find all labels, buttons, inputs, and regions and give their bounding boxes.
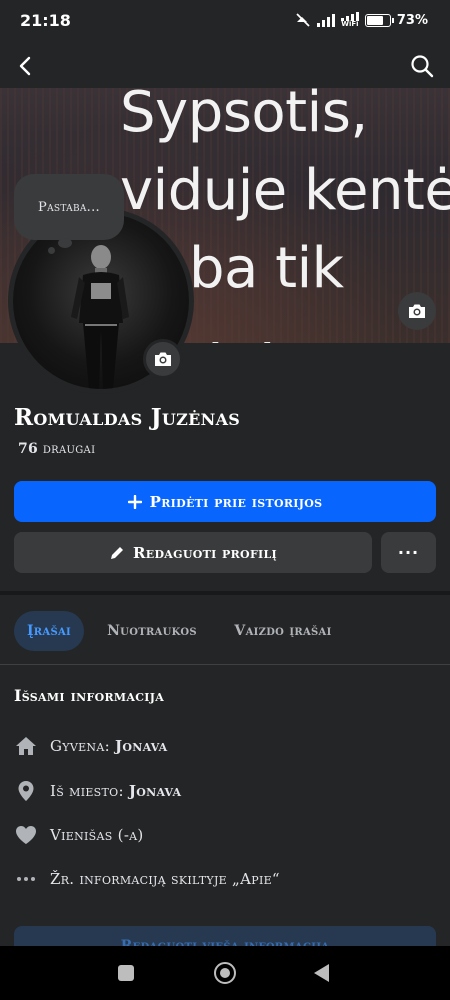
info-relationship: Vienišas (-a) [14,820,434,850]
status-bar: 21:18 WiFi 73% [0,0,450,44]
system-nav-bar [0,946,450,1000]
plus-icon [127,494,142,509]
friends-count[interactable]: 76 draugai [18,441,95,457]
info-from: Iš miesto: Jonava [14,776,434,806]
system-back-button[interactable] [314,964,329,982]
search-button[interactable] [406,50,438,82]
tab-photos[interactable]: Nuotraukos [96,611,208,651]
camera-icon [155,352,171,366]
cell-signal-icon [316,13,335,27]
add-to-story-button[interactable]: Pridėti prie istorijos [14,481,436,522]
from-label: Iš miesto: [50,782,124,800]
camera-icon [409,304,425,318]
mute-icon [296,13,310,27]
friends-number: 76 [18,441,39,457]
note-bubble[interactable]: Pastaba... [14,174,124,240]
add-to-story-label: Pridėti prie istorijos [149,492,323,511]
home-button[interactable] [214,962,236,984]
friends-label: draugai [42,441,96,457]
edit-profile-picture-button[interactable] [143,339,183,379]
top-nav [0,44,450,88]
from-value[interactable]: Jonava [129,782,181,800]
info-lives-in: Gyvena: Jonava [14,731,434,761]
note-bubble-tail-small [48,247,55,254]
more-options-icon: ··· [397,543,420,562]
wifi-label: WiFi [341,20,359,28]
tab-videos[interactable]: Vaizdo įrašai [222,611,344,651]
tab-posts[interactable]: Įrašai [14,611,84,651]
more-dots-icon [17,877,35,881]
note-label: Pastaba... [38,199,100,215]
note-bubble-tail [58,238,72,248]
back-button[interactable] [10,50,42,82]
relationship-status: Vienišas (-a) [50,826,144,844]
section-divider [0,591,450,595]
battery-percent: 73% [396,12,428,28]
search-icon [411,55,434,78]
recents-button[interactable] [118,965,134,981]
home-icon [16,737,36,755]
location-pin-icon [18,781,34,801]
lives-in-value[interactable]: Jonava [115,737,167,755]
status-icons: WiFi 73% [295,12,428,28]
profile-name: Romualdas Juzėnas [14,404,241,431]
heart-icon [16,826,36,844]
profile-tabs: Įrašai Nuotraukos Vaizdo įrašai [0,603,450,665]
status-time: 21:18 [20,11,71,30]
lives-in-label: Gyvena: [50,737,110,755]
wifi-icon: WiFi [340,12,359,28]
back-arrow-icon [19,56,31,76]
more-options-button[interactable]: ··· [381,532,436,573]
pencil-icon [111,546,123,559]
edit-profile-label: Redaguoti profilį [133,543,277,562]
info-see-about[interactable]: Žr. informaciją skiltyje „Apie“ [14,864,434,894]
details-title: Išsami informacija [14,686,165,705]
see-about-link: Žr. informaciją skiltyje „Apie“ [50,870,280,888]
edit-profile-button[interactable]: Redaguoti profilį [14,532,372,573]
battery-icon [364,13,394,27]
edit-cover-button[interactable] [398,292,436,330]
